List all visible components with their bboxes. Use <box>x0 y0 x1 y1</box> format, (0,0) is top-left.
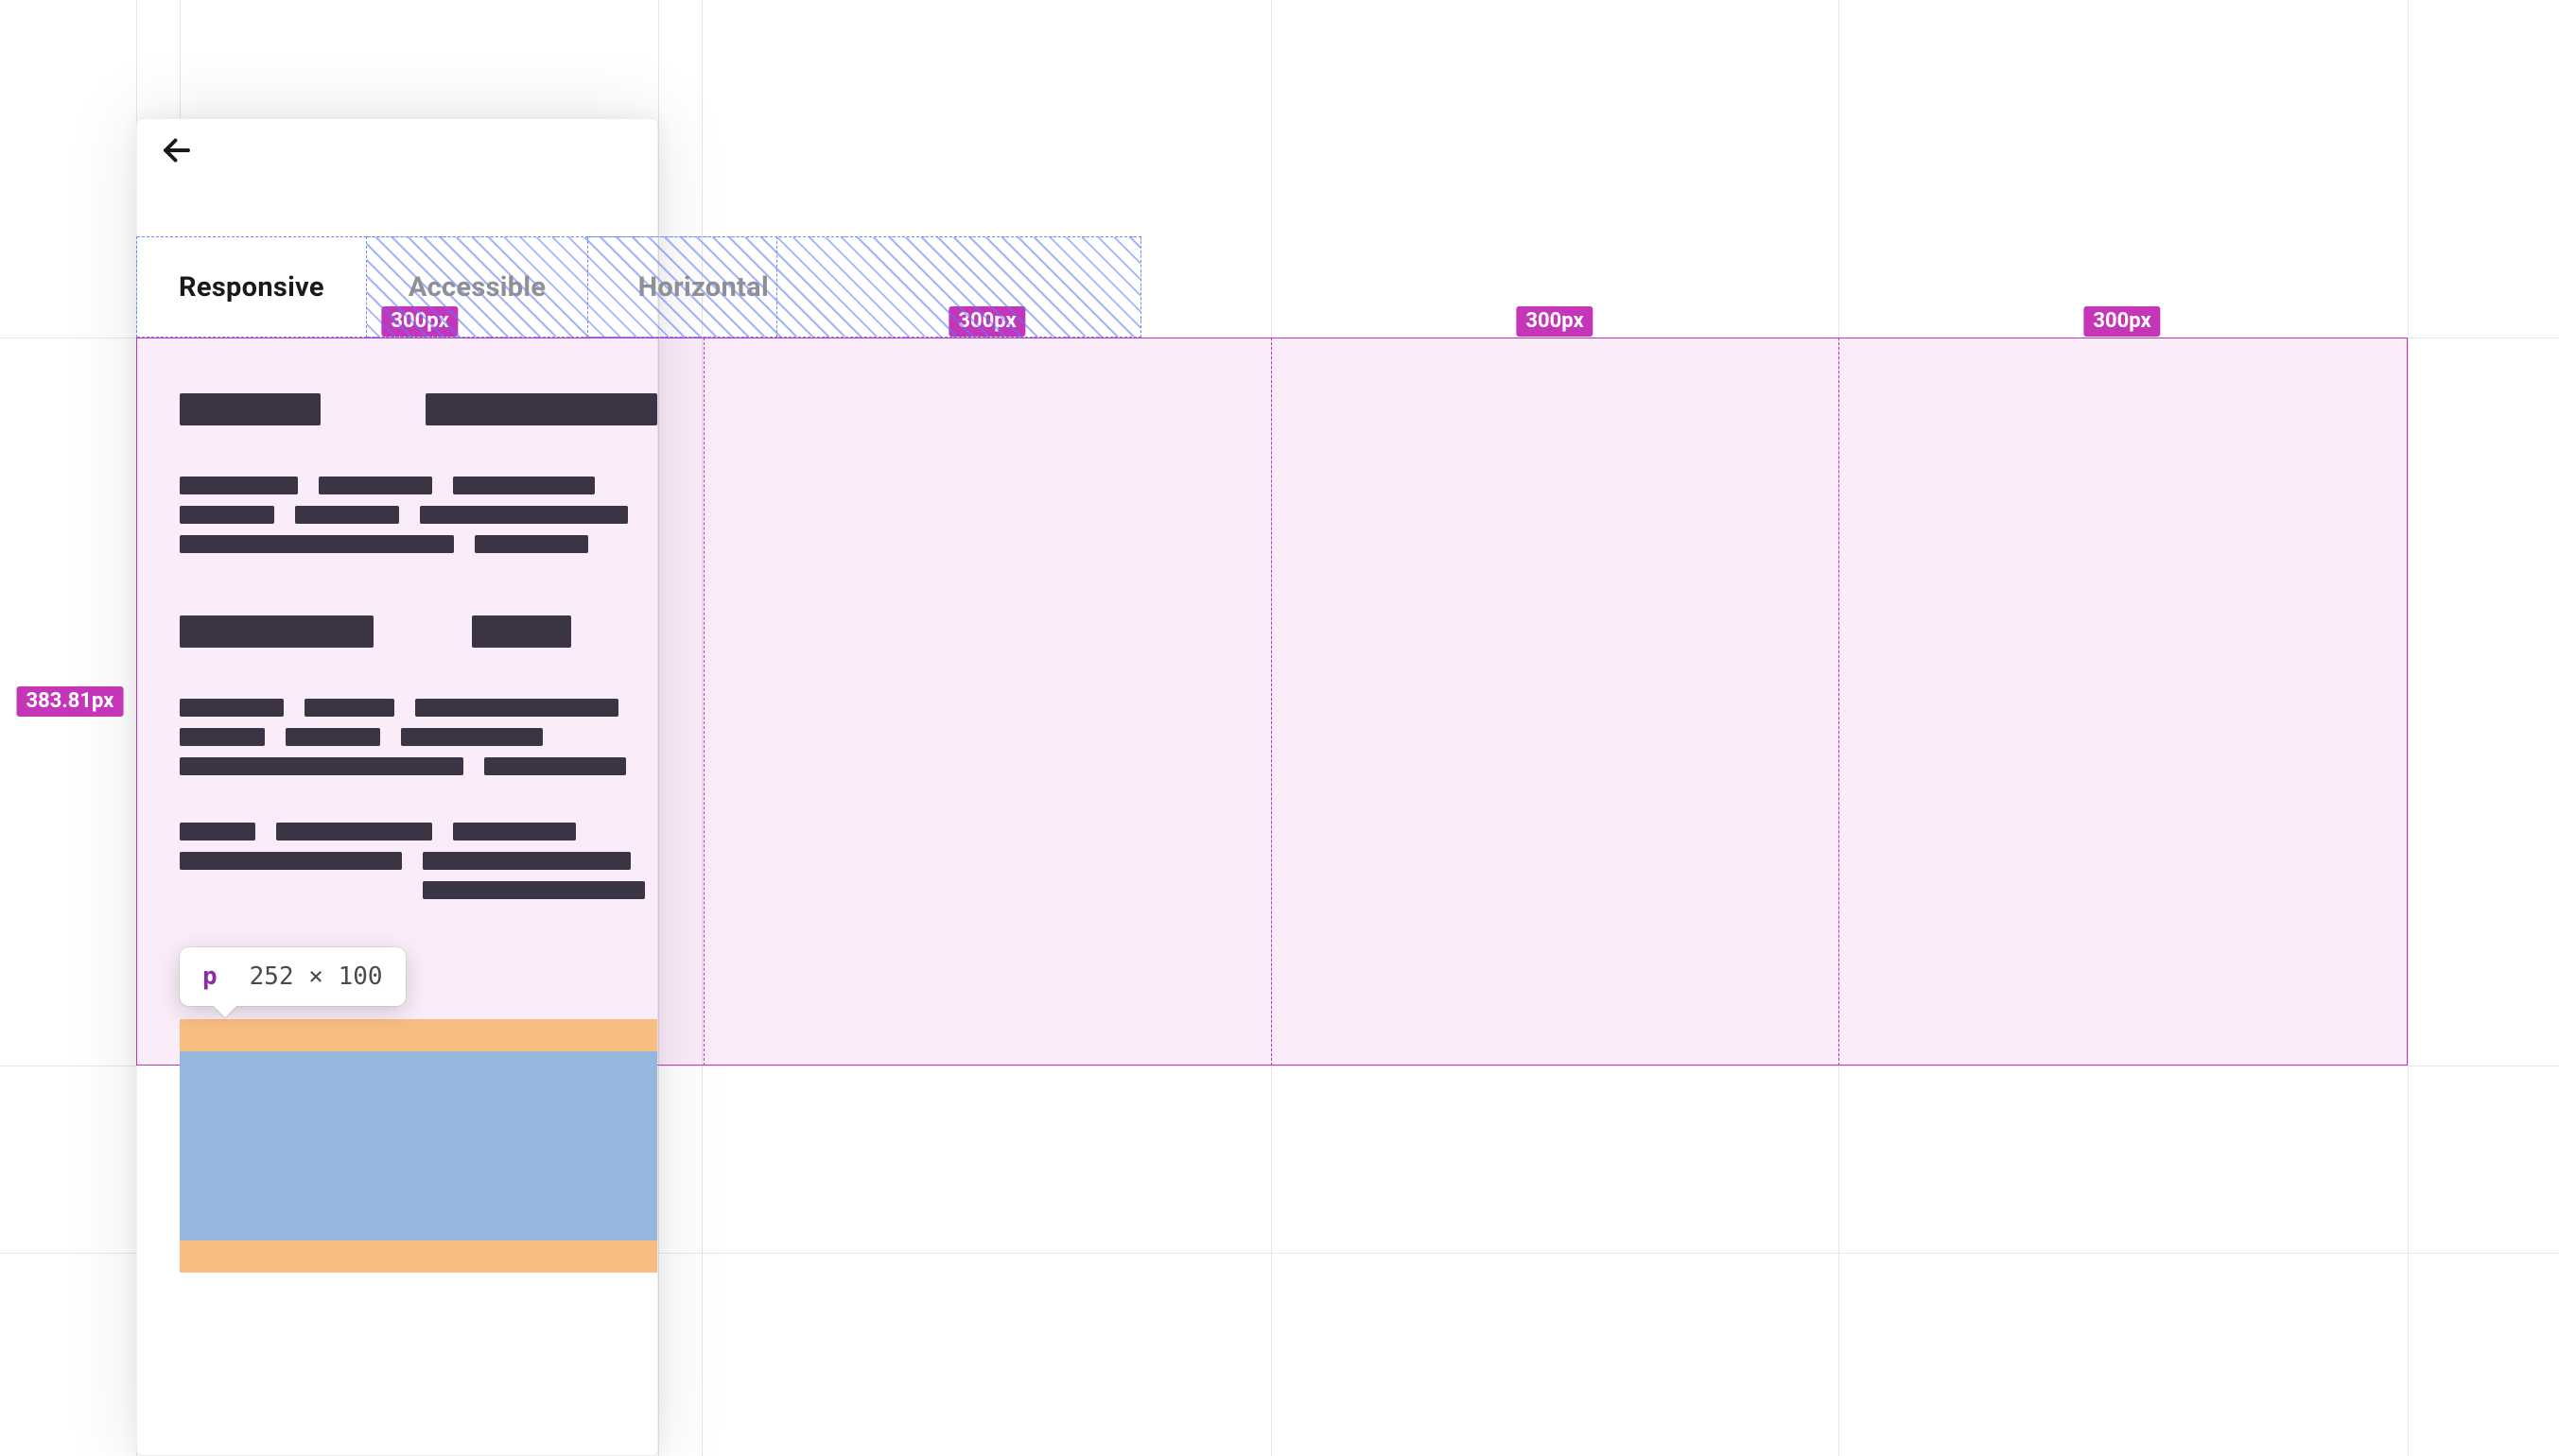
grid-col-line <box>1838 338 1839 1066</box>
back-arrow-icon[interactable] <box>160 133 194 167</box>
inspector-tooltip: p 252 × 100 <box>180 947 406 1006</box>
grid-col-line <box>1271 338 1272 1066</box>
inspector-tooltip-dims: 252 × 100 <box>250 962 383 991</box>
grid-col-label: 300px <box>949 306 1025 337</box>
inspector-tooltip-tag: p <box>202 962 218 991</box>
tabs: Responsive Accessible Horizontal <box>136 236 777 338</box>
grid-col-label: 300px <box>1516 306 1593 337</box>
tab-accessible[interactable]: Accessible <box>367 236 588 338</box>
tab-responsive[interactable]: Responsive <box>137 236 367 338</box>
ruler-v <box>1838 0 1839 1456</box>
grid-col-line <box>704 338 705 1066</box>
ruler-v <box>1271 0 1272 1456</box>
ruler-v <box>658 0 659 1456</box>
flexbox-overlay: Responsive Accessible Horizontal <box>136 236 1141 338</box>
titlebar <box>137 119 657 182</box>
grid-col-label: 300px <box>2083 306 2160 337</box>
grid-row-label: 383.81px <box>17 686 124 717</box>
ruler-v <box>2408 0 2409 1456</box>
ruler-v <box>702 0 703 1456</box>
tab-horizontal[interactable]: Horizontal <box>588 236 777 338</box>
